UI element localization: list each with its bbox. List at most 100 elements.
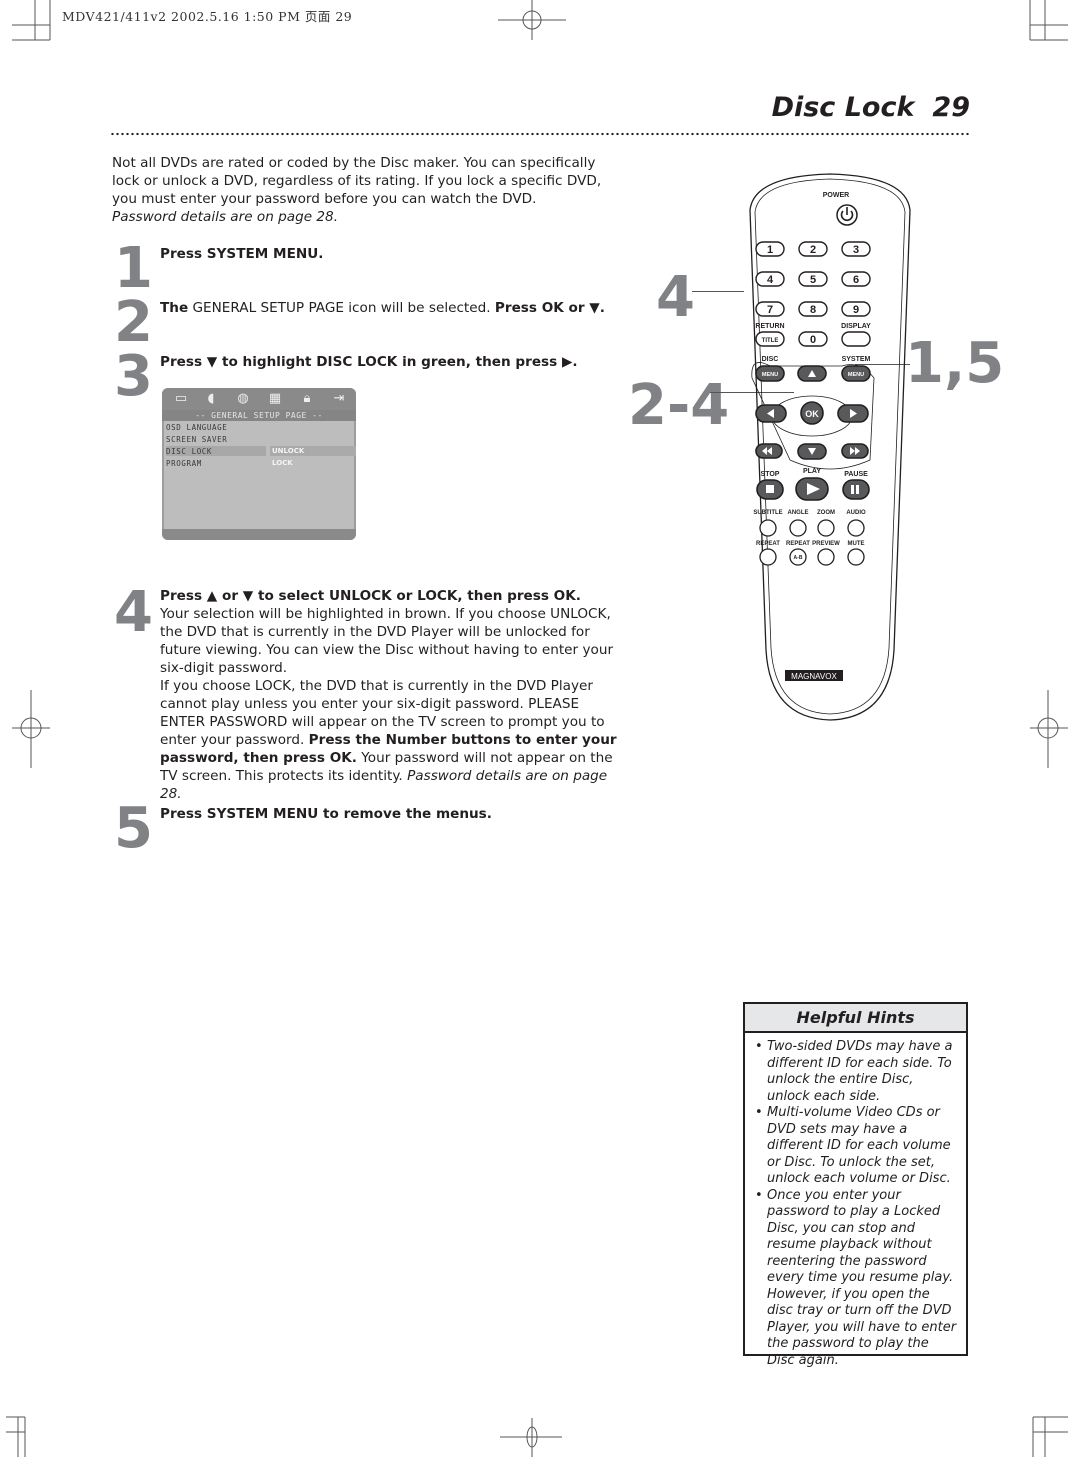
step-1-instruction: Press SYSTEM MENU. bbox=[160, 246, 324, 262]
number-buttons: 1 2 3 4 5 6 7 8 9 0 bbox=[755, 241, 871, 347]
hint-text: Multi-volume Video CDs or DVD sets may h… bbox=[767, 1105, 951, 1186]
subtitle-button bbox=[759, 519, 777, 537]
hint-item: • Multi-volume Video CDs or DVD sets may … bbox=[755, 1105, 951, 1186]
function-button-label: PREVIEW bbox=[812, 541, 840, 547]
system-menu-label: MENU bbox=[848, 372, 864, 378]
step-1-text: Press SYSTEM MENU. bbox=[160, 245, 610, 263]
step-4-text: Press ▲ or ▼ to select UNLOCK or LOCK, t… bbox=[160, 587, 622, 803]
digit-label: 5 bbox=[810, 274, 816, 286]
down-button bbox=[797, 443, 827, 460]
disc-menu-button: MENU bbox=[755, 365, 785, 382]
display-label: DISPLAY bbox=[841, 323, 871, 330]
digit-label: 8 bbox=[810, 304, 816, 316]
step-4-unlock-explanation: Your selection will be highlighted in br… bbox=[160, 606, 614, 676]
repeat-ab-label: A-B bbox=[794, 555, 803, 561]
remote-control-illustration: POWER 1 2 3 4 5 6 7 8 9 0 RETURN DISPLAY TITLE DI… bbox=[749, 173, 911, 721]
password-lock-icon: 🔒︎ bbox=[303, 391, 311, 406]
up-button bbox=[797, 365, 827, 382]
hint-item: • Two-sided DVDs may have a different ID … bbox=[755, 1039, 953, 1104]
digit-label: 2 bbox=[810, 244, 816, 256]
intro-paragraph: Not all DVDs are rated or coded by the D… bbox=[112, 154, 602, 226]
mute-button bbox=[847, 548, 865, 566]
digit-label: 6 bbox=[853, 274, 859, 286]
step-4-number: 4 bbox=[114, 580, 153, 645]
callout-step-4: 4 bbox=[656, 265, 695, 330]
print-slug: MDV421/411v2 2002.5.16 1:50 PM 页面 29 bbox=[62, 9, 353, 24]
general-setup-icon: ▭ bbox=[174, 391, 188, 406]
hint-text: Once you enter your password to play a L… bbox=[767, 1187, 957, 1368]
step-2-body: GENERAL SETUP PAGE icon will be selected… bbox=[188, 300, 495, 316]
function-button-label: SUBTITLE bbox=[753, 510, 782, 516]
video-setup-icon: ◍ bbox=[237, 391, 249, 406]
page-title: Disc Lock bbox=[771, 92, 915, 123]
digit-label: 7 bbox=[767, 304, 773, 316]
function-button-label: MUTE bbox=[848, 541, 865, 547]
menu-row-disc-lock: DISC LOCK bbox=[166, 447, 213, 456]
preview-button bbox=[817, 548, 835, 566]
step-4-instruction: Press ▲ or ▼ to select UNLOCK or LOCK, t… bbox=[160, 588, 581, 604]
step-3-text: Press ▼ to highlight DISC LOCK in green,… bbox=[160, 353, 620, 371]
right-button bbox=[837, 404, 869, 423]
step-3-number: 3 bbox=[114, 344, 153, 409]
angle-button bbox=[789, 519, 807, 537]
system-menu-button: MENU bbox=[841, 365, 871, 382]
menu-row-osd-language: OSD LANGUAGE bbox=[166, 423, 228, 432]
function-button-label: ANGLE bbox=[788, 510, 809, 516]
intro-text: Not all DVDs are rated or coded by the D… bbox=[112, 155, 602, 207]
power-button bbox=[836, 204, 858, 226]
callout-steps-2-4: 2-4 bbox=[628, 373, 730, 438]
digit-label: 9 bbox=[853, 304, 859, 316]
page-number: 29 bbox=[932, 92, 970, 123]
step-2-number: 2 bbox=[114, 290, 153, 355]
pause-button bbox=[842, 479, 870, 500]
preference-icon: ▦ bbox=[268, 391, 282, 406]
hint-text: Two-sided DVDs may have a different ID f… bbox=[767, 1039, 953, 1104]
function-button-label: REPEAT bbox=[756, 541, 780, 547]
menu-option-lock: LOCK bbox=[272, 459, 293, 467]
digit-label: 4 bbox=[767, 274, 774, 286]
menu-icon-bar: ▭ ◖ ◍ ▦ 🔒︎ ⇥ bbox=[162, 388, 356, 410]
function-button-label: AUDIO bbox=[846, 510, 866, 516]
display-button bbox=[841, 331, 871, 347]
function-button-label: REPEAT bbox=[786, 541, 810, 547]
ok-label: OK bbox=[805, 409, 819, 419]
ok-button: OK bbox=[800, 401, 824, 425]
next-button bbox=[841, 443, 869, 459]
audio-setup-icon: ◖ bbox=[207, 391, 215, 406]
helpful-hints-title: Helpful Hints bbox=[745, 1004, 966, 1033]
helpful-hints-box: Helpful Hints • Two-sided DVDs may have a… bbox=[743, 1002, 968, 1368]
audio-button bbox=[847, 519, 865, 537]
previous-button bbox=[755, 443, 783, 459]
page-header: Disc Lock 29 bbox=[760, 92, 970, 123]
general-setup-menu-screenshot: ▭ ◖ ◍ ▦ 🔒︎ ⇥ -- GENERAL SETUP PAGE -- OS… bbox=[162, 388, 356, 540]
step-5-text: Press SYSTEM MENU to remove the menus. bbox=[160, 805, 610, 823]
menu-body: OSD LANGUAGE SCREEN SAVER DISC LOCK PROG… bbox=[164, 421, 356, 529]
repeat-button bbox=[759, 548, 777, 566]
zoom-button bbox=[817, 519, 835, 537]
menu-header: -- GENERAL SETUP PAGE -- bbox=[162, 410, 356, 421]
step-5-instruction: Press SYSTEM MENU to remove the menus. bbox=[160, 806, 492, 822]
play-button bbox=[795, 477, 829, 501]
menu-row-screen-saver: SCREEN SAVER bbox=[166, 435, 228, 444]
digit-label: 0 bbox=[810, 334, 816, 346]
exit-icon: ⇥ bbox=[333, 391, 345, 406]
step-2-text: The GENERAL SETUP PAGE icon will be sele… bbox=[160, 299, 610, 317]
system-label: SYSTEM bbox=[842, 356, 871, 363]
digit-label: 1 bbox=[767, 244, 773, 256]
stop-label: STOP bbox=[761, 471, 780, 478]
step-2-prefix: The bbox=[160, 300, 189, 316]
power-label: POWER bbox=[823, 192, 849, 199]
step-3-instruction: Press ▼ to highlight DISC LOCK in green,… bbox=[160, 354, 578, 370]
helpful-hints-list: • Two-sided DVDs may have a different ID … bbox=[745, 1039, 966, 1369]
left-button bbox=[755, 404, 787, 423]
menu-option-unlock: UNLOCK bbox=[272, 447, 305, 455]
intro-password-ref: Password details are on page 28. bbox=[112, 209, 339, 225]
stop-button bbox=[756, 479, 784, 500]
pause-label: PAUSE bbox=[844, 471, 868, 478]
step-1-number: 1 bbox=[114, 236, 153, 301]
return-label: RETURN bbox=[755, 323, 784, 330]
menu-row-program: PROGRAM bbox=[166, 459, 202, 468]
step-2-instruction: Press OK or ▼. bbox=[494, 300, 605, 316]
disc-menu-label: MENU bbox=[762, 372, 778, 378]
step-5-number: 5 bbox=[114, 796, 153, 861]
